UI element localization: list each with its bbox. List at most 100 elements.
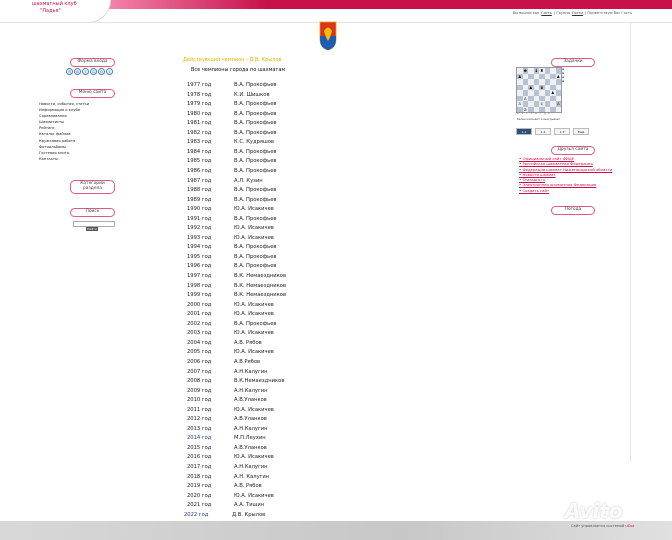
champion-year: 1997 год	[187, 273, 212, 279]
champion-year: 1991 год	[187, 215, 212, 222]
menu-item-contacts[interactable]: Контакты	[39, 156, 89, 162]
champion-name: В.К. Немаездников	[234, 292, 287, 299]
champion-year: 1992 год	[187, 225, 212, 232]
board-tab-1[interactable]: 1.1	[516, 128, 532, 135]
login-form-header: Форма входа	[70, 58, 115, 67]
champion-name: А.В. Рябов	[234, 483, 262, 490]
board-square[interactable]	[555, 106, 561, 112]
friends-list: Официальный сайт ФИДЕ Российская шахматн…	[519, 156, 612, 193]
champion-year: 2005 год	[187, 349, 212, 356]
board-caption: Белые начинают и выигрывают	[517, 118, 561, 121]
champion-name: А.Н.Калугин	[234, 425, 268, 432]
champion-year: 1993 год	[187, 234, 212, 241]
yandex-icon[interactable]: Я	[66, 68, 73, 75]
champion-name: Д.В. Крылов	[232, 511, 266, 518]
champion-name: В.А. Прокофьев	[234, 196, 277, 203]
champion-year: 1981 год	[187, 120, 212, 127]
champion-year: 2000 год	[187, 301, 212, 308]
champion-name: В.К. Немаездников	[234, 282, 287, 289]
champion-year: 2012 год	[187, 416, 212, 423]
champion-year: 2020 год	[187, 492, 212, 499]
odnoklassniki-icon[interactable]: О	[98, 68, 105, 75]
vk-icon[interactable]: В	[74, 68, 81, 75]
champion-year: 1986 год	[187, 167, 212, 174]
champion-year: 2015 год	[187, 444, 212, 451]
champions-list-title: Все чемпионы города по шахматам	[191, 67, 286, 73]
footer-powered-prefix: Сайт управляется системой	[571, 524, 625, 528]
champion-year: 1996 год	[187, 263, 212, 270]
user-bar: Вы вошли как Гость | Группа Гости | Прив…	[513, 11, 632, 15]
site-menu-header: Меню сайта	[70, 89, 115, 98]
facebook-icon[interactable]: f	[82, 68, 89, 75]
champion-name: Ю.А. Исакичев	[234, 311, 274, 318]
champion-year: 1977 год	[187, 82, 212, 88]
champion-name: Ю.А. Исакичев	[234, 234, 274, 241]
champion-year: 2018 год	[187, 473, 212, 480]
city-crest-icon	[319, 21, 337, 51]
champion-year: 1979 год	[187, 101, 212, 108]
champion-name: А.Л. Кузин	[234, 177, 263, 184]
champion-name: А.В.Уланков	[234, 416, 267, 423]
site-menu: Новости, события, статьи Информация о кл…	[39, 101, 89, 162]
tasks-header: Задачки	[551, 58, 595, 67]
friend-link-create[interactable]: Создать сайт	[519, 188, 612, 193]
champion-year: 2014 год	[187, 435, 212, 442]
champion-year: 2008 год	[187, 378, 212, 385]
champion-name: Ю.А. Исакичев	[234, 454, 274, 461]
champion-name: А.В.Уланков	[234, 444, 267, 451]
search-header: Поиск	[70, 208, 115, 217]
champion-name: В.А. Прокофьев	[234, 215, 277, 222]
champion-name: В.А. Прокофьев	[234, 187, 277, 194]
champion-year: 2017 год	[187, 464, 212, 470]
champion-name: Ю.А. Исакичев	[234, 349, 274, 356]
user-link[interactable]: Гость	[541, 11, 552, 15]
champion-name: Ю.А. Исакичев	[234, 206, 274, 213]
champion-year: 1994 год	[187, 244, 212, 251]
board-tab-3[interactable]: 1.3	[554, 128, 570, 135]
champion-name: Ю.А. Исакичев	[234, 301, 274, 308]
champion-year: 1984 год	[187, 148, 212, 155]
champion-year: 1985 год	[187, 158, 212, 165]
champion-year: 2022 год	[184, 511, 209, 518]
board-tab-2[interactable]: 1.2	[535, 128, 551, 135]
site-logo[interactable]: шахматный клуб "Ладья"	[0, 0, 111, 23]
champion-year: 1980 год	[187, 110, 212, 117]
champion-name: А.А. Тишин	[234, 502, 265, 509]
friends-header: Друзья сайта	[551, 146, 595, 155]
social-login-icons: Я В f G О t	[66, 68, 113, 75]
champion-year: 2011 год	[187, 406, 212, 413]
champion-year: 2003 год	[187, 330, 212, 337]
champion-year: 2019 год	[187, 483, 212, 490]
twitter-icon[interactable]: t	[106, 68, 113, 75]
champion-name: А.Н.Калугин	[234, 387, 268, 394]
champion-year: 1982 год	[187, 129, 212, 136]
champion-year: 2007 год	[187, 368, 212, 375]
champion-year: 1998 год	[187, 282, 212, 289]
champion-name: В.А. Прокофьев	[234, 148, 277, 155]
champion-year: 1999 год	[187, 292, 212, 299]
champion-year: 2006 год	[187, 358, 212, 365]
search-button[interactable]: Найти	[86, 227, 98, 231]
champion-name: К.И. Шишков	[234, 91, 270, 98]
chess-puzzle-board[interactable]: ♚ ♝ ♜ ♟ ♟ ♟ ♛ ♟ ♙ ♙ ♕ ♙ ♔	[516, 67, 562, 113]
logo-line2: "Ладья"	[40, 8, 61, 14]
champion-name: В.К.Немаездников	[234, 378, 285, 385]
champion-year: 2009 год	[187, 387, 212, 394]
google-icon[interactable]: G	[90, 68, 97, 75]
champion-name: В.А. Прокофьев	[234, 101, 277, 108]
champion-name: В.А. Прокофьев	[234, 167, 277, 174]
footer-ucoz-link[interactable]: uCoz	[625, 524, 634, 528]
board-side-panel: ▪ ▪ ▪ ▪	[562, 67, 565, 83]
champion-name: А.Н. Калугин	[234, 473, 270, 480]
champion-year: 1995 год	[187, 253, 212, 260]
champion-year: 2016 год	[187, 454, 212, 461]
weather-header: Погода	[551, 206, 595, 215]
champion-year: 2021 год	[187, 502, 212, 509]
champion-name: А.В.Рябов	[234, 358, 261, 365]
board-tabs: 1.1 1.2 1.3 Ещё	[516, 128, 589, 135]
board-tab-more[interactable]: Ещё	[573, 128, 589, 135]
groups-link[interactable]: Гости	[572, 11, 583, 15]
champion-year: 2001 год	[187, 311, 212, 318]
current-champion: Действующий чемпион - Д.В. Крылов	[183, 57, 282, 63]
champion-name: Ю.А. Исакичев	[234, 492, 274, 499]
